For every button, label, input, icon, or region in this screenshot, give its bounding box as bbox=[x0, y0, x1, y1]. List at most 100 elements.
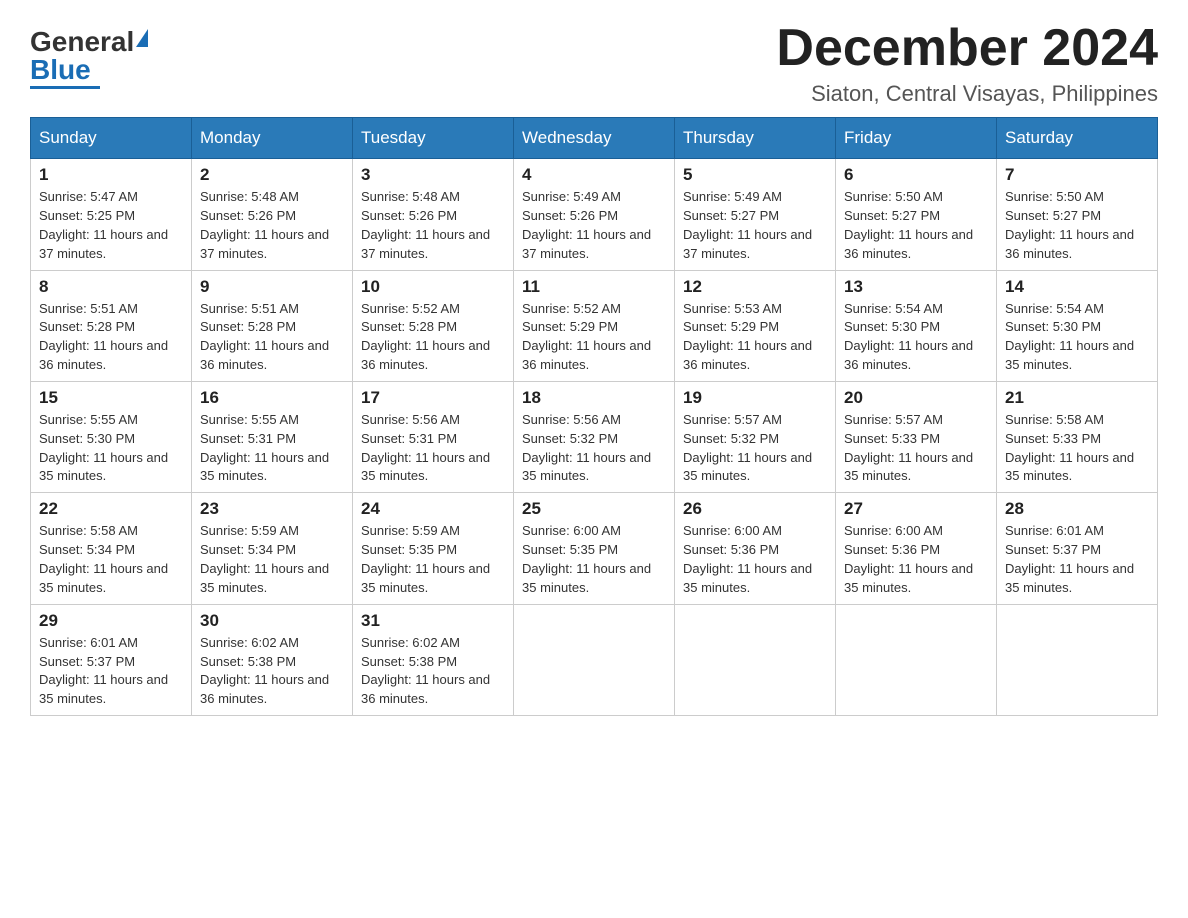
calendar-cell: 10 Sunrise: 5:52 AMSunset: 5:28 PMDaylig… bbox=[353, 270, 514, 381]
day-number: 16 bbox=[200, 388, 344, 408]
calendar-header-row: SundayMondayTuesdayWednesdayThursdayFrid… bbox=[31, 118, 1158, 159]
day-number: 31 bbox=[361, 611, 505, 631]
day-number: 4 bbox=[522, 165, 666, 185]
logo: General Blue bbox=[30, 28, 148, 89]
calendar-header-sunday: Sunday bbox=[31, 118, 192, 159]
day-info: Sunrise: 6:00 AMSunset: 5:35 PMDaylight:… bbox=[522, 523, 651, 595]
day-info: Sunrise: 5:55 AMSunset: 5:30 PMDaylight:… bbox=[39, 412, 168, 484]
day-number: 14 bbox=[1005, 277, 1149, 297]
day-info: Sunrise: 6:01 AMSunset: 5:37 PMDaylight:… bbox=[39, 635, 168, 707]
day-number: 1 bbox=[39, 165, 183, 185]
day-info: Sunrise: 5:48 AMSunset: 5:26 PMDaylight:… bbox=[361, 189, 490, 261]
day-info: Sunrise: 5:53 AMSunset: 5:29 PMDaylight:… bbox=[683, 301, 812, 373]
day-number: 19 bbox=[683, 388, 827, 408]
day-info: Sunrise: 5:57 AMSunset: 5:32 PMDaylight:… bbox=[683, 412, 812, 484]
calendar-cell: 11 Sunrise: 5:52 AMSunset: 5:29 PMDaylig… bbox=[514, 270, 675, 381]
logo-underline bbox=[30, 86, 100, 89]
calendar-cell: 6 Sunrise: 5:50 AMSunset: 5:27 PMDayligh… bbox=[836, 159, 997, 270]
day-info: Sunrise: 6:00 AMSunset: 5:36 PMDaylight:… bbox=[844, 523, 973, 595]
day-info: Sunrise: 5:59 AMSunset: 5:35 PMDaylight:… bbox=[361, 523, 490, 595]
calendar-week-row: 8 Sunrise: 5:51 AMSunset: 5:28 PMDayligh… bbox=[31, 270, 1158, 381]
calendar-cell: 23 Sunrise: 5:59 AMSunset: 5:34 PMDaylig… bbox=[192, 493, 353, 604]
calendar-week-row: 29 Sunrise: 6:01 AMSunset: 5:37 PMDaylig… bbox=[31, 604, 1158, 715]
day-info: Sunrise: 6:00 AMSunset: 5:36 PMDaylight:… bbox=[683, 523, 812, 595]
calendar-week-row: 15 Sunrise: 5:55 AMSunset: 5:30 PMDaylig… bbox=[31, 381, 1158, 492]
day-info: Sunrise: 5:56 AMSunset: 5:31 PMDaylight:… bbox=[361, 412, 490, 484]
calendar-cell: 15 Sunrise: 5:55 AMSunset: 5:30 PMDaylig… bbox=[31, 381, 192, 492]
day-number: 18 bbox=[522, 388, 666, 408]
day-number: 22 bbox=[39, 499, 183, 519]
day-info: Sunrise: 5:51 AMSunset: 5:28 PMDaylight:… bbox=[200, 301, 329, 373]
day-info: Sunrise: 5:58 AMSunset: 5:33 PMDaylight:… bbox=[1005, 412, 1134, 484]
day-number: 8 bbox=[39, 277, 183, 297]
calendar-header-thursday: Thursday bbox=[675, 118, 836, 159]
location-subtitle: Siaton, Central Visayas, Philippines bbox=[776, 81, 1158, 107]
calendar-cell bbox=[836, 604, 997, 715]
day-number: 6 bbox=[844, 165, 988, 185]
calendar-cell: 4 Sunrise: 5:49 AMSunset: 5:26 PMDayligh… bbox=[514, 159, 675, 270]
logo-blue-text: Blue bbox=[30, 54, 91, 85]
day-number: 24 bbox=[361, 499, 505, 519]
day-number: 27 bbox=[844, 499, 988, 519]
calendar-cell: 27 Sunrise: 6:00 AMSunset: 5:36 PMDaylig… bbox=[836, 493, 997, 604]
calendar-header-friday: Friday bbox=[836, 118, 997, 159]
calendar-header-monday: Monday bbox=[192, 118, 353, 159]
day-number: 13 bbox=[844, 277, 988, 297]
day-number: 5 bbox=[683, 165, 827, 185]
calendar-table: SundayMondayTuesdayWednesdayThursdayFrid… bbox=[30, 117, 1158, 716]
day-number: 21 bbox=[1005, 388, 1149, 408]
calendar-header-saturday: Saturday bbox=[997, 118, 1158, 159]
calendar-cell: 24 Sunrise: 5:59 AMSunset: 5:35 PMDaylig… bbox=[353, 493, 514, 604]
calendar-cell: 13 Sunrise: 5:54 AMSunset: 5:30 PMDaylig… bbox=[836, 270, 997, 381]
calendar-cell: 3 Sunrise: 5:48 AMSunset: 5:26 PMDayligh… bbox=[353, 159, 514, 270]
day-number: 26 bbox=[683, 499, 827, 519]
day-info: Sunrise: 6:02 AMSunset: 5:38 PMDaylight:… bbox=[361, 635, 490, 707]
calendar-header-wednesday: Wednesday bbox=[514, 118, 675, 159]
calendar-cell bbox=[514, 604, 675, 715]
page-header: General Blue December 2024 Siaton, Centr… bbox=[30, 20, 1158, 107]
day-info: Sunrise: 5:50 AMSunset: 5:27 PMDaylight:… bbox=[1005, 189, 1134, 261]
calendar-cell: 20 Sunrise: 5:57 AMSunset: 5:33 PMDaylig… bbox=[836, 381, 997, 492]
calendar-cell: 8 Sunrise: 5:51 AMSunset: 5:28 PMDayligh… bbox=[31, 270, 192, 381]
calendar-cell: 12 Sunrise: 5:53 AMSunset: 5:29 PMDaylig… bbox=[675, 270, 836, 381]
day-number: 11 bbox=[522, 277, 666, 297]
day-number: 29 bbox=[39, 611, 183, 631]
day-info: Sunrise: 5:52 AMSunset: 5:28 PMDaylight:… bbox=[361, 301, 490, 373]
day-number: 9 bbox=[200, 277, 344, 297]
calendar-cell: 31 Sunrise: 6:02 AMSunset: 5:38 PMDaylig… bbox=[353, 604, 514, 715]
day-number: 7 bbox=[1005, 165, 1149, 185]
day-number: 10 bbox=[361, 277, 505, 297]
day-info: Sunrise: 5:49 AMSunset: 5:27 PMDaylight:… bbox=[683, 189, 812, 261]
day-info: Sunrise: 5:52 AMSunset: 5:29 PMDaylight:… bbox=[522, 301, 651, 373]
calendar-week-row: 1 Sunrise: 5:47 AMSunset: 5:25 PMDayligh… bbox=[31, 159, 1158, 270]
logo-triangle-icon bbox=[136, 29, 148, 47]
calendar-cell: 25 Sunrise: 6:00 AMSunset: 5:35 PMDaylig… bbox=[514, 493, 675, 604]
day-info: Sunrise: 5:54 AMSunset: 5:30 PMDaylight:… bbox=[844, 301, 973, 373]
day-number: 30 bbox=[200, 611, 344, 631]
calendar-cell: 17 Sunrise: 5:56 AMSunset: 5:31 PMDaylig… bbox=[353, 381, 514, 492]
day-info: Sunrise: 5:56 AMSunset: 5:32 PMDaylight:… bbox=[522, 412, 651, 484]
day-number: 25 bbox=[522, 499, 666, 519]
day-info: Sunrise: 6:01 AMSunset: 5:37 PMDaylight:… bbox=[1005, 523, 1134, 595]
calendar-cell: 29 Sunrise: 6:01 AMSunset: 5:37 PMDaylig… bbox=[31, 604, 192, 715]
calendar-cell: 7 Sunrise: 5:50 AMSunset: 5:27 PMDayligh… bbox=[997, 159, 1158, 270]
calendar-cell: 21 Sunrise: 5:58 AMSunset: 5:33 PMDaylig… bbox=[997, 381, 1158, 492]
calendar-cell: 30 Sunrise: 6:02 AMSunset: 5:38 PMDaylig… bbox=[192, 604, 353, 715]
day-info: Sunrise: 5:54 AMSunset: 5:30 PMDaylight:… bbox=[1005, 301, 1134, 373]
month-year-title: December 2024 bbox=[776, 20, 1158, 77]
day-info: Sunrise: 5:51 AMSunset: 5:28 PMDaylight:… bbox=[39, 301, 168, 373]
calendar-cell: 19 Sunrise: 5:57 AMSunset: 5:32 PMDaylig… bbox=[675, 381, 836, 492]
logo-general-text: General bbox=[30, 28, 134, 56]
day-number: 23 bbox=[200, 499, 344, 519]
day-info: Sunrise: 5:57 AMSunset: 5:33 PMDaylight:… bbox=[844, 412, 973, 484]
calendar-cell: 14 Sunrise: 5:54 AMSunset: 5:30 PMDaylig… bbox=[997, 270, 1158, 381]
day-number: 3 bbox=[361, 165, 505, 185]
title-block: December 2024 Siaton, Central Visayas, P… bbox=[776, 20, 1158, 107]
calendar-cell: 26 Sunrise: 6:00 AMSunset: 5:36 PMDaylig… bbox=[675, 493, 836, 604]
calendar-cell: 1 Sunrise: 5:47 AMSunset: 5:25 PMDayligh… bbox=[31, 159, 192, 270]
calendar-cell: 9 Sunrise: 5:51 AMSunset: 5:28 PMDayligh… bbox=[192, 270, 353, 381]
calendar-cell bbox=[675, 604, 836, 715]
calendar-cell: 22 Sunrise: 5:58 AMSunset: 5:34 PMDaylig… bbox=[31, 493, 192, 604]
calendar-cell: 16 Sunrise: 5:55 AMSunset: 5:31 PMDaylig… bbox=[192, 381, 353, 492]
day-info: Sunrise: 5:48 AMSunset: 5:26 PMDaylight:… bbox=[200, 189, 329, 261]
